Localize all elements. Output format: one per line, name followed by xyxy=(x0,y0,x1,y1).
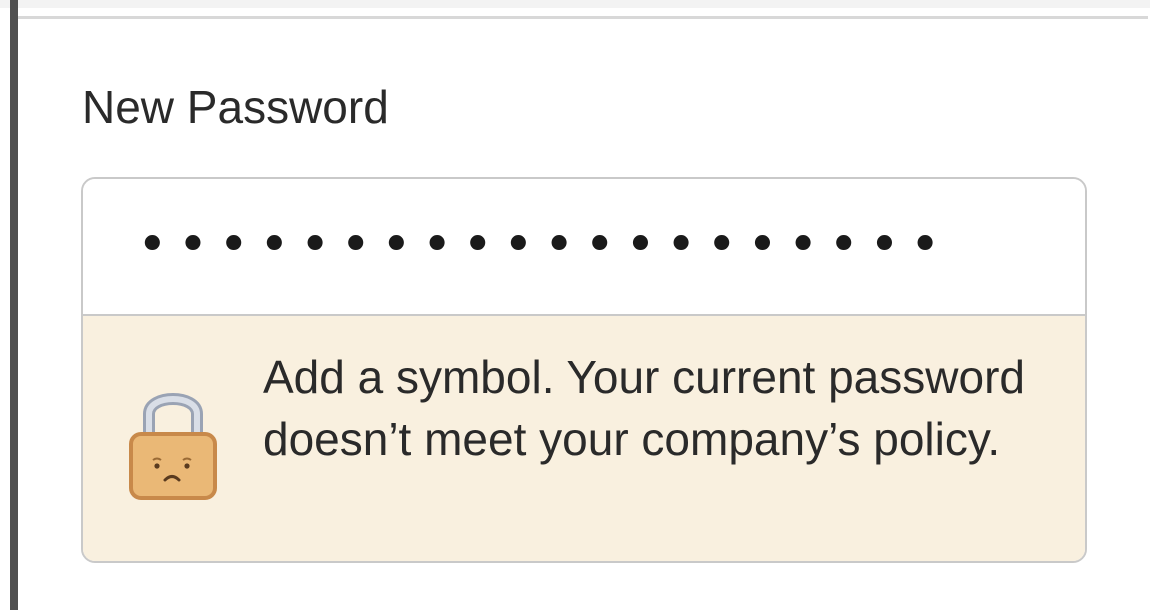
password-card: •••••••••••••••••••• Add a symbol. Your … xyxy=(81,177,1087,563)
policy-warning: Add a symbol. Your current password does… xyxy=(83,316,1085,561)
left-border xyxy=(10,0,18,610)
top-strip xyxy=(0,0,1150,8)
sad-lock-icon xyxy=(129,393,217,500)
field-label: New Password xyxy=(82,81,389,133)
policy-warning-text: Add a symbol. Your current password does… xyxy=(263,351,1025,465)
password-mask: •••••••••••••••••••• xyxy=(137,215,951,275)
password-input[interactable]: •••••••••••••••••••• xyxy=(83,179,1085,316)
panel-divider xyxy=(18,16,1148,19)
password-panel: New Password •••••••••••••••••••• Add a … xyxy=(18,8,1150,610)
